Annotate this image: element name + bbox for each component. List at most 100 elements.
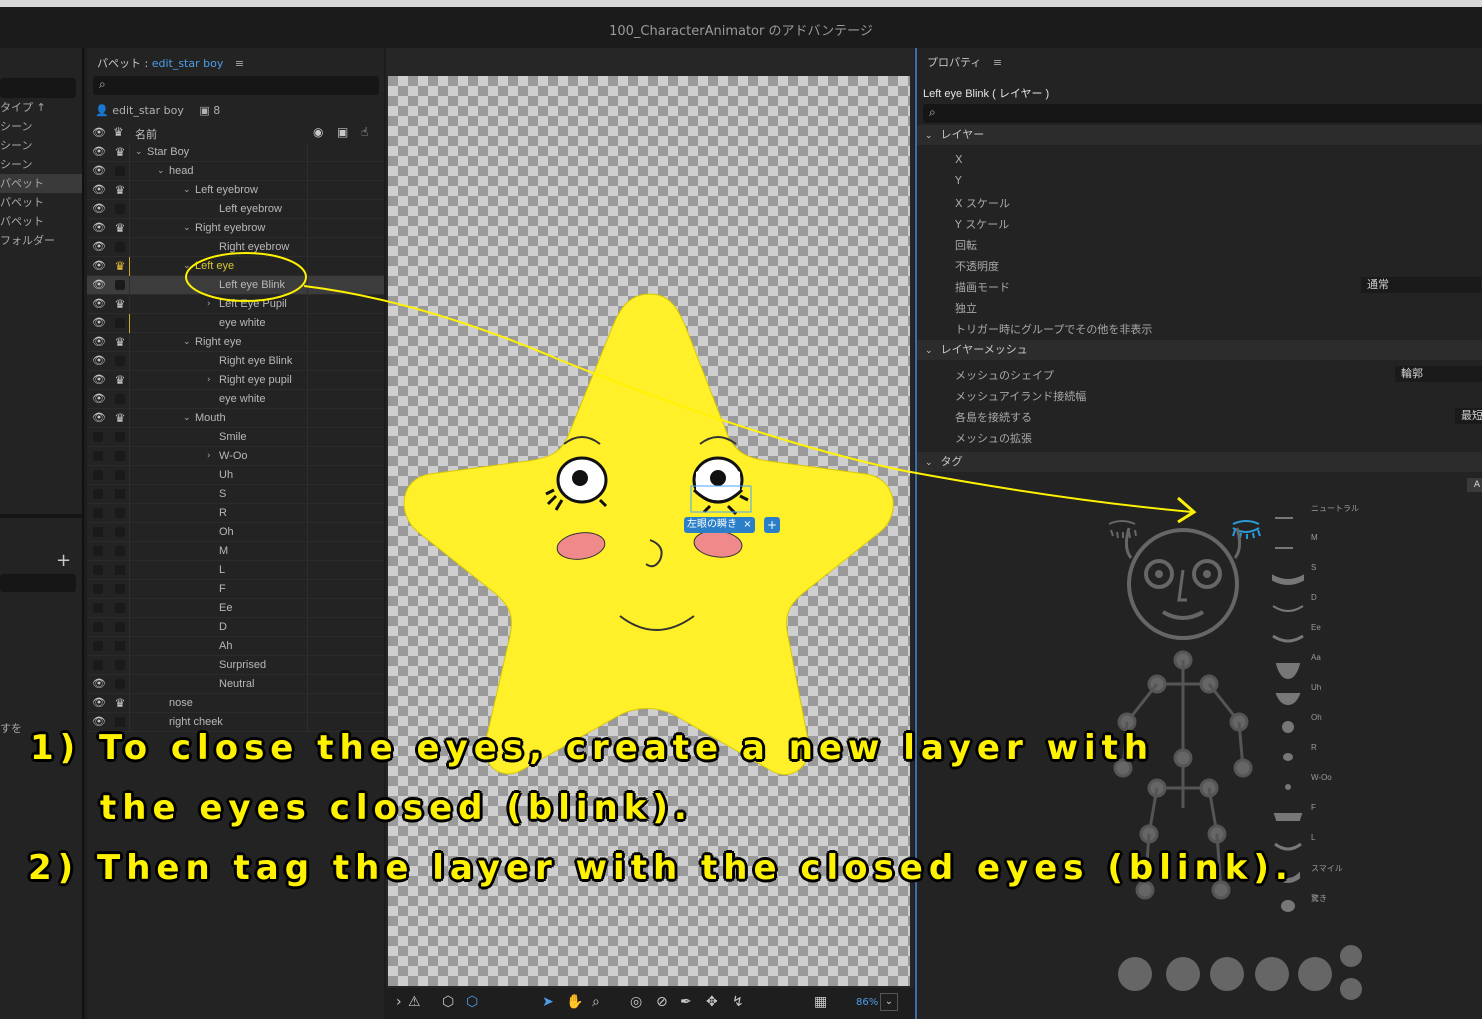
visibility-off-box[interactable]	[93, 660, 103, 670]
crown-icon[interactable]: ♛	[113, 297, 127, 311]
chevron-down-icon[interactable]: ⌄	[183, 333, 191, 352]
chevron-down-icon[interactable]: ⌄	[157, 162, 165, 181]
layer-row[interactable]: Oh	[87, 523, 384, 542]
crown-off-box[interactable]	[115, 565, 125, 575]
layer-row[interactable]: 👁 Left eye Blink	[87, 276, 384, 295]
viseme-tag-label[interactable]: Oh	[1311, 713, 1322, 722]
layer-row[interactable]: 👁 ♛ ⌄ Star Boy	[87, 143, 384, 162]
layer-row[interactable]: Surprised	[87, 656, 384, 675]
visibility-off-box[interactable]	[93, 603, 103, 613]
zoom-dropdown-icon[interactable]: ⌄	[880, 993, 898, 1011]
warning-icon[interactable]: ⚠	[408, 994, 421, 1010]
chevron-down-icon[interactable]: ⌄	[135, 143, 143, 162]
project-item[interactable]: シーン	[0, 155, 82, 174]
visibility-eye-icon[interactable]: 👁	[92, 184, 106, 196]
visibility-eye-icon[interactable]: 👁	[92, 678, 106, 690]
visibility-off-box[interactable]	[93, 622, 103, 632]
visibility-eye-icon[interactable]: 👁	[92, 355, 106, 367]
visibility-eye-icon[interactable]: 👁	[92, 298, 106, 310]
crown-icon[interactable]: ♛	[113, 411, 127, 425]
tag-figure[interactable]	[917, 488, 1482, 1008]
visibility-eye-icon[interactable]: 👁	[92, 374, 106, 386]
visibility-eye-icon[interactable]: 👁	[92, 393, 106, 405]
viseme-tag-label[interactable]: ニュートラル	[1311, 503, 1359, 514]
tag-badge-close-icon[interactable]: ×	[743, 519, 751, 530]
layer-row[interactable]: 👁 ♛ ⌄ Left eye	[87, 257, 384, 276]
layer-row[interactable]: L	[87, 561, 384, 580]
project-item[interactable]: シーン	[0, 117, 82, 136]
layer-row[interactable]: Uh	[87, 466, 384, 485]
section-tags[interactable]: ⌄ タグ	[917, 452, 1482, 472]
layer-row[interactable]: 👁 Right eye Blink	[87, 352, 384, 371]
visibility-eye-icon[interactable]: 👁	[92, 279, 106, 291]
layer-row[interactable]: 👁 Neutral	[87, 675, 384, 694]
origin-tool-icon[interactable]: ◎	[630, 994, 642, 1010]
crown-off-box[interactable]	[115, 432, 125, 442]
layer-row[interactable]: 👁 eye white	[87, 314, 384, 333]
crown-off-box[interactable]	[115, 356, 125, 366]
project-item[interactable]: パペット	[0, 193, 82, 212]
crown-off-box[interactable]	[115, 394, 125, 404]
crown-icon[interactable]: ♛	[113, 335, 127, 349]
outline-icon[interactable]: ⬡	[466, 994, 478, 1010]
chevron-down-icon[interactable]: ⌄	[183, 257, 191, 276]
visibility-eye-icon[interactable]: 👁	[92, 222, 106, 234]
tag-badge[interactable]: 左眼の瞬き ×	[684, 517, 755, 533]
transparency-grid-icon[interactable]: ▦	[814, 994, 827, 1010]
visibility-off-box[interactable]	[93, 508, 103, 518]
viseme-tag-label[interactable]: 驚き	[1311, 893, 1327, 904]
crown-off-box[interactable]	[115, 242, 125, 252]
visibility-eye-icon[interactable]: 👁	[92, 203, 106, 215]
crown-off-box[interactable]	[115, 660, 125, 670]
crown-off-box[interactable]	[115, 679, 125, 689]
layer-row[interactable]: S	[87, 485, 384, 504]
layer-row[interactable]: 👁 ♛ ⌄ Left eyebrow	[87, 181, 384, 200]
hamburger-icon[interactable]: ≡	[993, 56, 1002, 69]
layer-row[interactable]: M	[87, 542, 384, 561]
hand-header-icon[interactable]: ☝	[361, 125, 368, 139]
record-header-icon[interactable]: ◉	[313, 125, 323, 139]
crown-off-box[interactable]	[115, 508, 125, 518]
chevron-right-icon[interactable]: ›	[207, 295, 211, 314]
visibility-off-box[interactable]	[93, 432, 103, 442]
layer-row[interactable]: 👁 ♛ ⌄ Right eye	[87, 333, 384, 352]
visibility-eye-icon[interactable]: 👁	[92, 260, 106, 272]
crown-icon[interactable]: ♛	[113, 183, 127, 197]
viseme-tag-label[interactable]: L	[1311, 833, 1315, 842]
visibility-off-box[interactable]	[93, 527, 103, 537]
project-item[interactable]: タイプ ↑	[0, 98, 82, 117]
crown-off-box[interactable]	[115, 622, 125, 632]
crown-icon[interactable]: ♛	[113, 259, 127, 273]
visibility-off-box[interactable]	[93, 489, 103, 499]
visibility-off-box[interactable]	[93, 641, 103, 651]
viseme-tag-label[interactable]: D	[1311, 593, 1317, 602]
project-search-input[interactable]	[0, 78, 76, 98]
viseme-tag-label[interactable]: Aa	[1311, 653, 1321, 662]
project-item[interactable]: パペット	[0, 174, 82, 193]
viseme-tag-label[interactable]: Ee	[1311, 623, 1321, 632]
visibility-off-box[interactable]	[93, 584, 103, 594]
crown-off-box[interactable]	[115, 318, 125, 328]
panel-divider[interactable]	[0, 514, 82, 518]
pin-tool-icon[interactable]: ⊘	[656, 994, 668, 1010]
crown-icon[interactable]: ♛	[113, 221, 127, 235]
crown-off-box[interactable]	[115, 717, 125, 727]
viseme-tag-label[interactable]: スマイル	[1311, 863, 1343, 874]
viseme-tag-label[interactable]: R	[1311, 743, 1317, 752]
section-layer[interactable]: ⌄ レイヤー	[917, 125, 1482, 145]
layer-row[interactable]: 👁 ♛ ⌄ Right eyebrow	[87, 219, 384, 238]
layer-row[interactable]: F	[87, 580, 384, 599]
visibility-eye-icon[interactable]: 👁	[92, 146, 106, 158]
blend-mode-select[interactable]: 通常	[1361, 277, 1481, 293]
crown-off-box[interactable]	[115, 603, 125, 613]
layer-row[interactable]: Ee	[87, 599, 384, 618]
visibility-eye-icon[interactable]: 👁	[92, 412, 106, 424]
zoom-tool-icon[interactable]: ⌕	[592, 994, 600, 1010]
dangle-tool-icon[interactable]: ↯	[732, 994, 744, 1010]
layer-row[interactable]: Smile	[87, 428, 384, 447]
crown-icon[interactable]: ♛	[113, 696, 127, 710]
layer-row[interactable]: 👁 ♛ › Left Eye Pupil	[87, 295, 384, 314]
expand-icon[interactable]: ›	[396, 994, 402, 1010]
crown-off-box[interactable]	[115, 280, 125, 290]
crown-off-box[interactable]	[115, 204, 125, 214]
